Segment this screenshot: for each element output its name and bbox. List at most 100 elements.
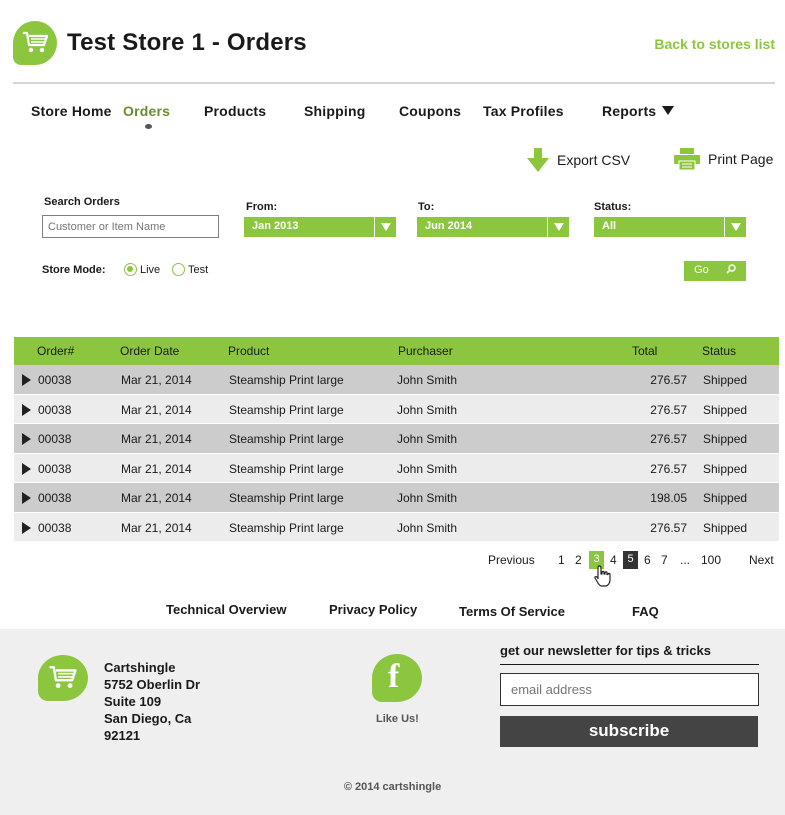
- pagination-previous[interactable]: Previous: [488, 553, 535, 567]
- newsletter-divider: [500, 664, 759, 665]
- test-radio[interactable]: [172, 263, 185, 276]
- cell-order-date: Mar 21, 2014: [121, 432, 192, 446]
- cell-total: 276.57: [650, 461, 687, 476]
- cell-status: Shipped: [703, 491, 748, 505]
- search-orders-label: Search Orders: [44, 196, 120, 208]
- col-status[interactable]: Status: [702, 344, 736, 358]
- search-icon: [726, 264, 736, 274]
- col-order-number[interactable]: Order#: [37, 344, 74, 358]
- cell-product: Steamship Print large: [229, 432, 344, 446]
- export-csv-button[interactable]: Export CSV: [527, 148, 630, 172]
- dropdown-arrow-icon: [547, 217, 569, 237]
- page-1[interactable]: 1: [558, 553, 565, 567]
- nav-products[interactable]: Products: [204, 103, 266, 119]
- page-2[interactable]: 2: [575, 553, 582, 567]
- table-body: 00038 Mar 21, 2014 Steamship Print large Jo…: [14, 365, 779, 542]
- from-label: From:: [246, 201, 278, 213]
- page-ellipsis: ...: [680, 553, 691, 567]
- col-order-date[interactable]: Order Date: [120, 344, 179, 358]
- orders-table: Order# Order Date Product Purchaser Tota…: [14, 337, 779, 542]
- address-zip: 92121: [104, 728, 141, 743]
- cell-purchaser: John Smith: [397, 402, 458, 417]
- cell-purchaser: John Smith: [397, 520, 458, 535]
- like-us-label: Like Us!: [376, 713, 419, 725]
- cell-order-number: 00038: [38, 491, 72, 505]
- facebook-icon[interactable]: f: [372, 654, 422, 702]
- footer-link-technical-overview[interactable]: Technical Overview: [166, 602, 286, 617]
- back-to-stores-link[interactable]: Back to stores list: [654, 36, 775, 52]
- cell-status: Shipped: [703, 373, 748, 387]
- cell-order-number: 00038: [38, 432, 72, 446]
- pagination-next[interactable]: Next: [749, 553, 774, 567]
- to-select[interactable]: Jun 2014: [417, 217, 569, 237]
- live-radio[interactable]: [124, 263, 137, 276]
- table-row[interactable]: 00038 Mar 21, 2014 Steamship Print large Jo…: [14, 394, 779, 424]
- cell-order-date: Mar 21, 2014: [121, 461, 192, 476]
- print-page-label: Print Page: [708, 151, 774, 167]
- page-7[interactable]: 7: [661, 553, 668, 567]
- to-value: Jun 2014: [425, 220, 473, 232]
- expand-triangle-icon[interactable]: [22, 374, 31, 386]
- cell-status: Shipped: [703, 432, 748, 446]
- nav-reports[interactable]: Reports: [602, 103, 675, 119]
- nav-coupons[interactable]: Coupons: [399, 103, 461, 119]
- expand-triangle-icon[interactable]: [22, 403, 31, 416]
- table-row[interactable]: 00038 Mar 21, 2014 Steamship Print large Jo…: [14, 483, 779, 513]
- status-select[interactable]: All: [594, 217, 746, 237]
- table-row[interactable]: 00038 Mar 21, 2014 Steamship Print large Jo…: [14, 365, 779, 395]
- cell-product: Steamship Print large: [229, 402, 344, 417]
- print-page-button[interactable]: Print Page: [674, 148, 773, 170]
- page-5[interactable]: 5: [623, 551, 638, 569]
- cell-order-number: 00038: [38, 520, 72, 535]
- address-city: San Diego, Ca: [104, 711, 192, 726]
- cell-order-number: 00038: [38, 373, 72, 387]
- cell-product: Steamship Print large: [229, 520, 344, 535]
- table-row[interactable]: 00038 Mar 21, 2014 Steamship Print large Jo…: [14, 453, 779, 483]
- dropdown-arrow-icon: [374, 217, 396, 237]
- cell-product: Steamship Print large: [229, 461, 344, 476]
- cell-purchaser: John Smith: [397, 373, 458, 387]
- nav-orders[interactable]: Orders: [123, 103, 170, 119]
- footer-link-privacy-policy[interactable]: Privacy Policy: [329, 602, 417, 617]
- table-row[interactable]: 00038 Mar 21, 2014 Steamship Print large Jo…: [14, 424, 779, 454]
- newsletter-title: get our newsletter for tips & tricks: [500, 643, 711, 658]
- company-address: Cartshingle 5752 Oberlin Dr Suite 109 Sa…: [104, 659, 200, 744]
- page-6[interactable]: 6: [644, 553, 651, 567]
- go-button[interactable]: Go: [684, 261, 746, 281]
- active-nav-indicator: [145, 124, 152, 129]
- caret-down-icon: [662, 106, 675, 115]
- expand-triangle-icon[interactable]: [22, 492, 31, 504]
- cell-order-number: 00038: [38, 461, 72, 476]
- nav-store-home[interactable]: Store Home: [31, 103, 112, 119]
- footer-link-faq[interactable]: FAQ: [632, 604, 659, 619]
- cell-order-date: Mar 21, 2014: [121, 520, 192, 535]
- email-input[interactable]: [500, 673, 759, 706]
- nav-tax-profiles[interactable]: Tax Profiles: [483, 103, 564, 119]
- dropdown-arrow-icon: [724, 217, 746, 237]
- download-arrow-icon: [527, 148, 549, 172]
- from-select[interactable]: Jan 2013: [244, 217, 396, 237]
- status-label: Status:: [594, 201, 632, 213]
- expand-triangle-icon[interactable]: [22, 462, 31, 475]
- nav-shipping[interactable]: Shipping: [304, 103, 365, 119]
- col-product[interactable]: Product: [228, 344, 269, 358]
- page-100[interactable]: 100: [701, 553, 721, 567]
- subscribe-button[interactable]: subscribe: [500, 716, 758, 747]
- expand-triangle-icon[interactable]: [22, 433, 31, 445]
- footer-link-terms-of-service[interactable]: Terms Of Service: [459, 604, 565, 619]
- expand-triangle-icon[interactable]: [22, 521, 31, 534]
- address-line2: Suite 109: [104, 694, 162, 709]
- printer-icon: [674, 148, 700, 170]
- search-orders-input[interactable]: [42, 215, 219, 238]
- col-total[interactable]: Total: [632, 344, 657, 358]
- cell-purchaser: John Smith: [397, 461, 458, 476]
- footer-logo: [38, 655, 88, 701]
- export-csv-label: Export CSV: [557, 152, 631, 168]
- cart-icon: [23, 31, 49, 53]
- cell-total: 276.57: [650, 432, 687, 446]
- live-radio-label: Live: [140, 264, 161, 276]
- col-purchaser[interactable]: Purchaser: [398, 344, 453, 358]
- table-row[interactable]: 00038 Mar 21, 2014 Steamship Print large Jo…: [14, 512, 779, 542]
- cell-total: 276.57: [650, 520, 687, 535]
- facebook-glyph: f: [388, 658, 400, 695]
